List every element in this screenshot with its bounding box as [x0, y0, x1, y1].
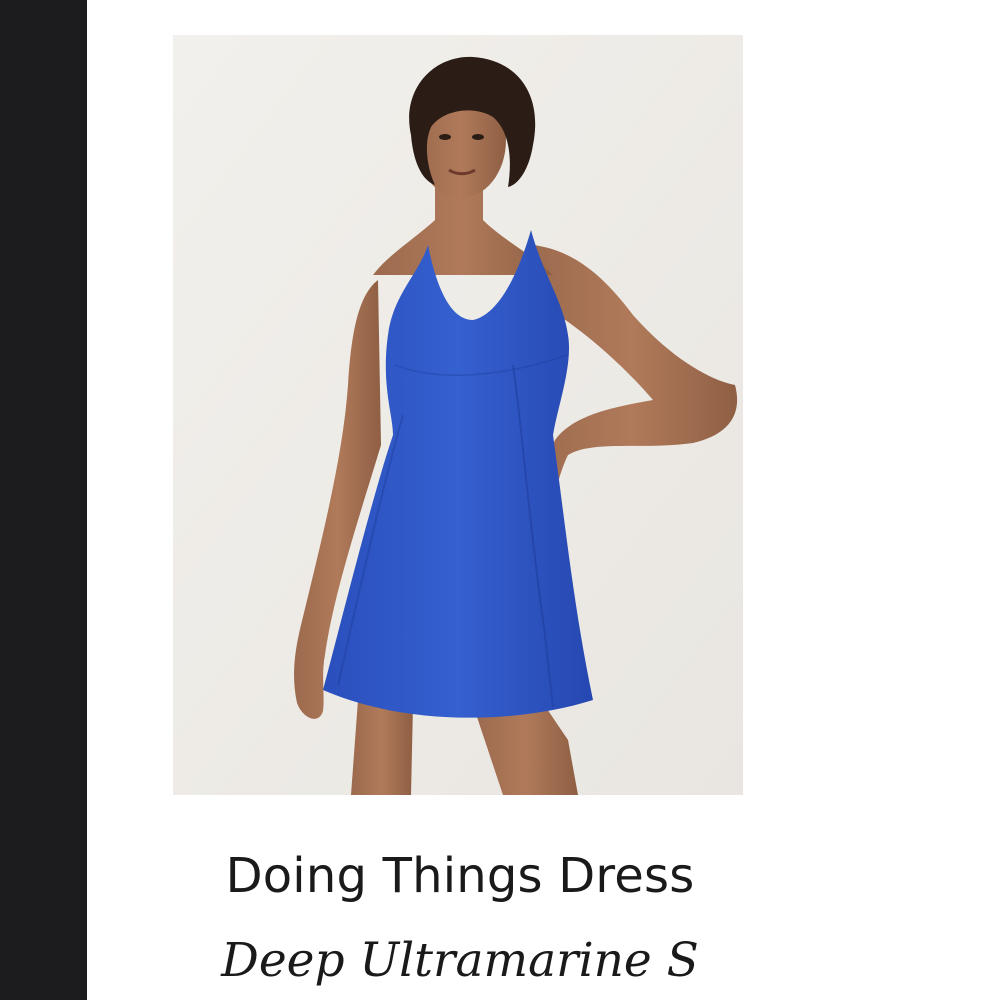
product-variant-label: Deep Ultramarine S	[221, 933, 699, 988]
product-card-page: Doing Things Dress Deep Ultramarine S	[0, 0, 1000, 1000]
product-title[interactable]: Doing Things Dress	[130, 848, 790, 904]
left-dark-panel	[0, 0, 87, 1000]
product-photo[interactable]	[173, 35, 743, 795]
model-in-dress-illustration	[173, 35, 743, 795]
